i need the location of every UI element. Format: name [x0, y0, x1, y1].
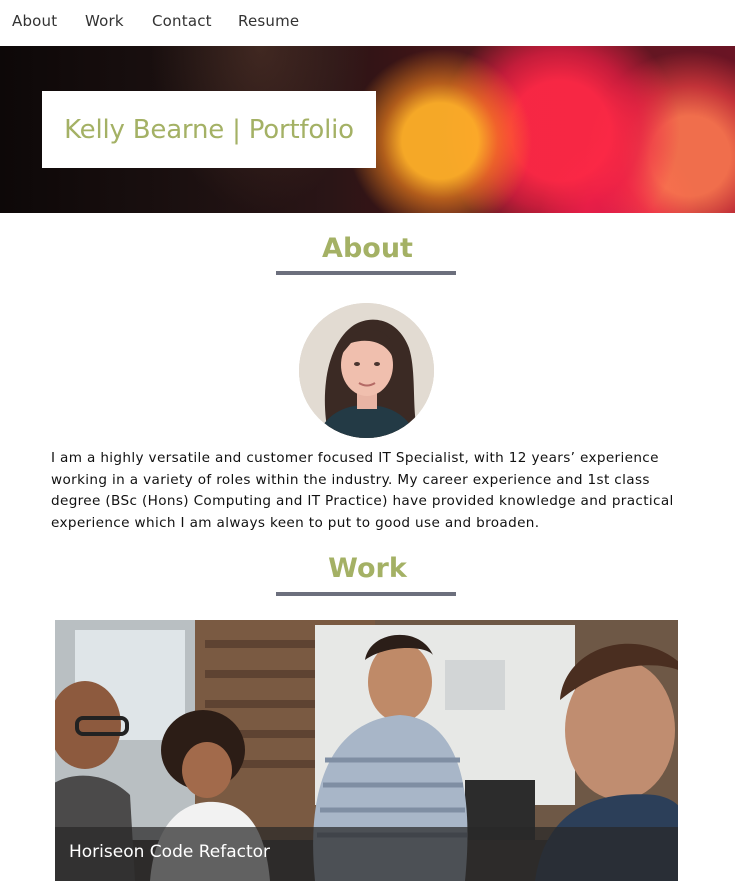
nav-link-work[interactable]: Work: [85, 12, 124, 30]
project-title: Horiseon Code Refactor: [69, 842, 271, 862]
page-title: Kelly Bearne | Portfolio: [64, 114, 354, 145]
top-nav: About Work Contact Resume: [0, 0, 735, 46]
work-heading: Work: [328, 553, 407, 584]
about-bio: I am a highly versatile and customer foc…: [51, 450, 674, 531]
project-caption: Horiseon Code Refactor: [55, 827, 678, 881]
profile-photo-icon: [299, 303, 434, 438]
nav-link-about[interactable]: About: [12, 12, 57, 30]
about-heading: About: [322, 233, 413, 264]
about-divider: [276, 271, 456, 275]
nav-link-resume[interactable]: Resume: [238, 12, 299, 30]
work-divider: [276, 592, 456, 596]
hero-banner: Kelly Bearne | Portfolio: [0, 46, 735, 213]
project-card-horiseon[interactable]: Horiseon Code Refactor: [55, 620, 678, 881]
avatar: [299, 303, 434, 438]
hero-title-box: Kelly Bearne | Portfolio: [42, 91, 376, 168]
nav-link-contact[interactable]: Contact: [152, 12, 212, 30]
